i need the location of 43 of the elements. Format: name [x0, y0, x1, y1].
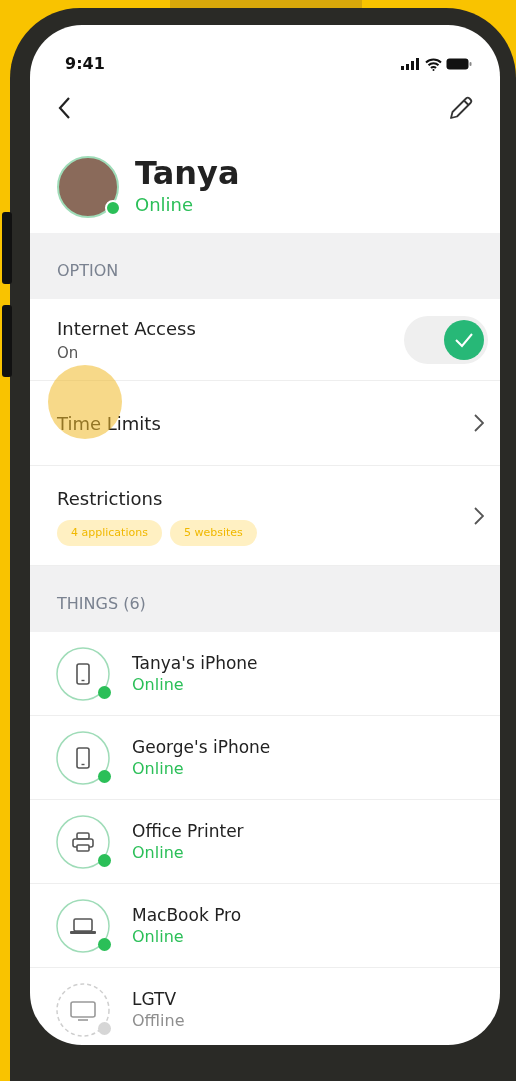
device-row[interactable]: George's iPhone Online: [30, 716, 500, 800]
tag: 5 websites: [169, 519, 257, 547]
status-time: 9:41: [65, 53, 105, 75]
phone-icon: [56, 646, 110, 701]
section-header: THINGS (6): [30, 566, 500, 632]
device-name: MacBook Pro: [132, 904, 242, 928]
option-label: Restrictions: [57, 486, 164, 511]
option-value: On: [57, 342, 80, 364]
device-name: Office Printer: [132, 820, 244, 844]
device-status: Online: [132, 759, 185, 779]
device-status: Offline: [132, 1011, 185, 1031]
device-row[interactable]: MacBook Pro Online: [30, 884, 500, 968]
laptop-icon: [56, 898, 110, 953]
chevron-icon: [474, 414, 484, 432]
back-icon[interactable]: [58, 97, 70, 119]
device-row[interactable]: LGTV Offline: [30, 968, 500, 1045]
chevron-icon: [474, 506, 484, 525]
option-row[interactable]: Time Limits: [30, 381, 500, 466]
option-row[interactable]: Internet Access On: [30, 299, 500, 381]
option-label: Internet Access: [57, 316, 197, 341]
wifi-icon: [425, 57, 442, 71]
profile-status: Online: [135, 193, 195, 218]
phone-icon: [56, 730, 110, 785]
profile-name: Tanya: [135, 155, 240, 192]
device-status: Online: [132, 843, 185, 863]
device-status: Online: [132, 675, 185, 695]
tv-icon: [56, 982, 110, 1037]
option-label: Time Limits: [57, 411, 162, 436]
signal-icon: [401, 58, 421, 70]
device-name: LGTV: [132, 988, 178, 1012]
section-header: OPTION: [30, 233, 500, 299]
device-status: Online: [132, 927, 185, 947]
tag: 4 applications: [57, 519, 162, 547]
device-row[interactable]: Tanya's iPhone Online: [30, 632, 500, 716]
device-row[interactable]: Office Printer Online: [30, 800, 500, 884]
pencil-icon[interactable]: [448, 95, 474, 121]
check-icon: [454, 331, 474, 348]
option-row[interactable]: Restrictions 4 applications 5 websites: [30, 466, 500, 566]
toggle-switch[interactable]: [404, 315, 488, 364]
battery-icon: [446, 58, 472, 70]
device-name: George's iPhone: [132, 736, 271, 760]
printer-icon: [56, 814, 110, 869]
device-name: Tanya's iPhone: [132, 652, 258, 676]
